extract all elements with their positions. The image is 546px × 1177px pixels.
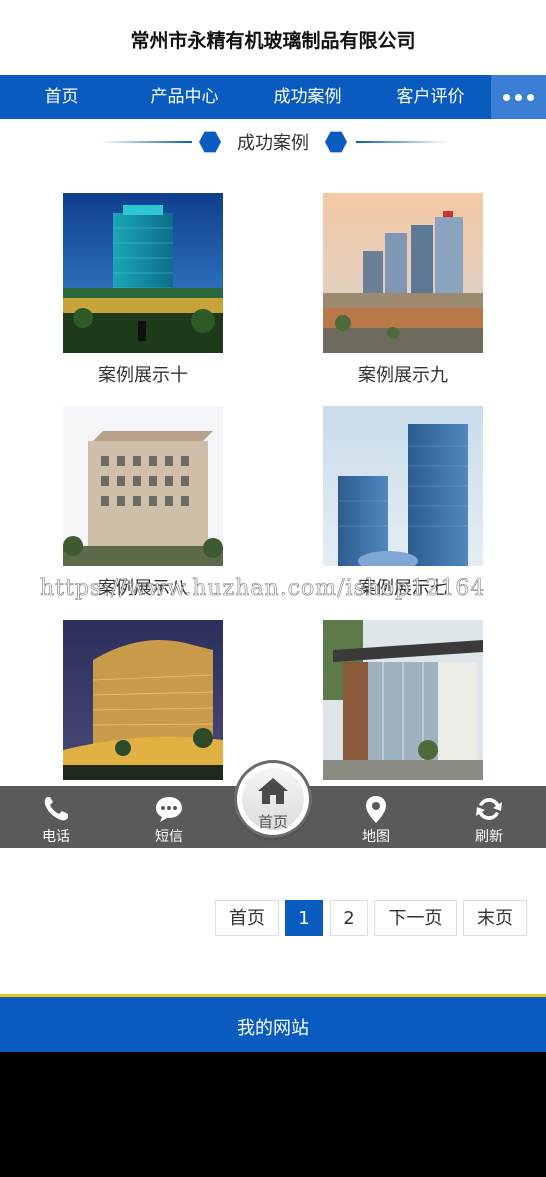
dot [527,93,534,101]
case-thumbnail[interactable] [63,406,223,566]
footer: 我的网站 [0,994,546,1052]
refresh-icon [476,797,502,821]
more-dots-icon[interactable] [491,75,546,119]
main-nav: 首页 产品中心 成功案例 客户评价 [0,75,546,119]
case-caption[interactable]: 案例展示十 [23,361,263,387]
dot [503,93,510,101]
hexagon-icon [325,131,347,153]
map-label: 地图 [362,829,390,845]
case-thumbnail[interactable] [63,620,223,780]
pagination: 首页 1 2 下一页 末页 [0,900,546,936]
case-thumbnail[interactable] [63,193,223,353]
home-fab-inner: 首页 [242,768,304,831]
map-button[interactable]: 地图 [331,786,421,848]
pagination-next[interactable]: 下一页 [374,900,457,936]
sms-icon [156,797,182,822]
refresh-button[interactable]: 刷新 [444,786,534,848]
home-label: 首页 [257,813,288,831]
call-button[interactable]: 电话 [11,786,101,848]
pagination-page[interactable]: 2 [330,900,368,936]
pagination-page-current[interactable]: 1 [285,900,323,936]
case-thumbnail[interactable] [323,620,483,780]
map-pin-icon [366,796,386,823]
site-title: 常州市永精有机玻璃制品有限公司 [130,30,416,52]
header: 常州市永精有机玻璃制品有限公司 [0,0,546,75]
nav-item-cases[interactable]: 成功案例 [246,75,369,119]
page: 常州市永精有机玻璃制品有限公司 首页 产品中心 成功案例 客户评价 成功案例 案… [0,0,546,1052]
case-thumbnail[interactable] [323,406,483,566]
hexagon-icon [199,131,221,153]
pagination-first[interactable]: 首页 [215,900,279,936]
dot [515,93,522,101]
call-label: 电话 [42,829,70,845]
nav-item-products[interactable]: 产品中心 [123,75,246,119]
section-header: 成功案例 [0,122,546,162]
home-fab[interactable]: 首页 [237,763,309,835]
footer-text[interactable]: 我的网站 [0,1014,546,1040]
case-caption[interactable]: 案例展示九 [283,361,523,387]
sms-label: 短信 [155,829,183,845]
home-icon [258,778,288,804]
pagination-last[interactable]: 末页 [463,900,527,936]
divider-right [356,141,448,143]
watermark-text: https://www.huzhan.com/ishop12164 [40,576,486,602]
nav-item-home[interactable]: 首页 [0,75,123,119]
nav-item-reviews[interactable]: 客户评价 [369,75,492,119]
case-thumbnail[interactable] [323,193,483,353]
refresh-label: 刷新 [475,829,503,845]
divider-left [100,141,192,143]
section-title: 成功案例 [237,133,309,154]
phone-icon [44,797,68,821]
sms-button[interactable]: 短信 [124,786,214,848]
